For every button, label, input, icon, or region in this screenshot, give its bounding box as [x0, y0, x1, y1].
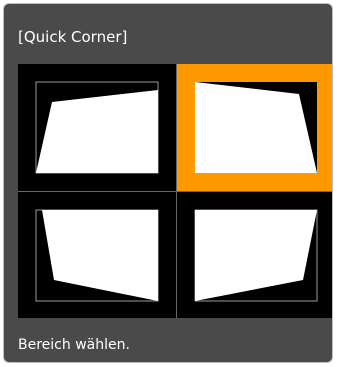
- instruction-text: Bereich wählen.: [18, 337, 130, 353]
- keystone-top-right-icon: [195, 82, 317, 173]
- corner-option-top-left[interactable]: [18, 64, 176, 191]
- corner-option-top-right[interactable]: [177, 64, 332, 191]
- dialog-title: [Quick Corner]: [18, 28, 128, 46]
- corner-selection-grid: [18, 64, 332, 319]
- keystone-top-left-icon: [35, 81, 159, 174]
- corner-option-bottom-right[interactable]: [177, 192, 332, 319]
- quick-corner-dialog: [Quick Corner] Bereich wählen.: [3, 3, 333, 363]
- corner-option-bottom-left[interactable]: [18, 192, 176, 319]
- keystone-bottom-right-icon: [194, 209, 318, 302]
- keystone-bottom-left-icon: [35, 209, 159, 302]
